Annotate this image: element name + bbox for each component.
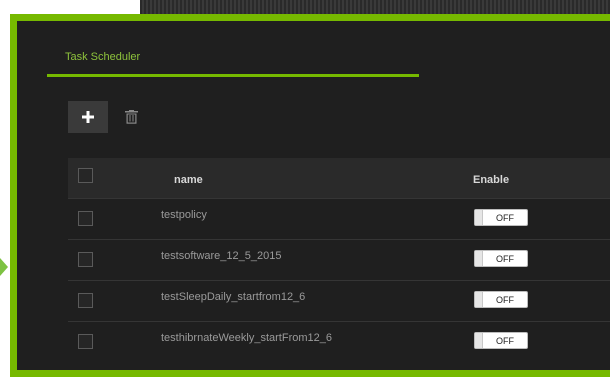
- toggle-label: OFF: [496, 294, 514, 305]
- window-frame: Task Scheduler name Enable testpolicy OF…: [10, 14, 610, 377]
- top-decoration: [140, 0, 610, 15]
- toggle-knob: [475, 292, 483, 307]
- table-row[interactable]: testSleepDaily_startfrom12_6 OFF: [68, 280, 610, 321]
- task-name: testpolicy: [161, 209, 207, 221]
- delete-task-button[interactable]: [111, 101, 151, 133]
- enable-toggle[interactable]: OFF: [474, 209, 528, 226]
- left-arrow-decoration: [0, 258, 8, 276]
- table-header: name Enable: [68, 158, 610, 198]
- toggle-knob: [475, 333, 483, 348]
- enable-toggle[interactable]: OFF: [474, 291, 528, 308]
- task-name: testhibrnateWeekly_startFrom12_6: [161, 332, 332, 344]
- table-row[interactable]: testhibrnateWeekly_startFrom12_6 OFF: [68, 321, 610, 362]
- add-task-button[interactable]: [68, 101, 108, 133]
- table-row[interactable]: testsoftware_12_5_2015 OFF: [68, 239, 610, 280]
- row-checkbox[interactable]: [78, 252, 93, 267]
- column-header-name[interactable]: name: [174, 174, 203, 186]
- tab-active-underline: [47, 74, 419, 77]
- tab-task-scheduler[interactable]: Task Scheduler: [65, 51, 140, 63]
- task-scheduler-panel: Task Scheduler name Enable testpolicy OF…: [17, 21, 610, 370]
- plus-icon: [82, 111, 94, 123]
- toggle-label: OFF: [496, 253, 514, 264]
- task-table: name Enable testpolicy OFF testsoftware_…: [68, 158, 610, 362]
- column-header-enable[interactable]: Enable: [473, 174, 509, 186]
- toggle-label: OFF: [496, 212, 514, 223]
- table-row[interactable]: testpolicy OFF: [68, 198, 610, 239]
- row-checkbox[interactable]: [78, 211, 93, 226]
- toggle-label: OFF: [496, 335, 514, 346]
- enable-toggle[interactable]: OFF: [474, 332, 528, 349]
- trash-icon: [124, 110, 138, 124]
- enable-toggle[interactable]: OFF: [474, 250, 528, 267]
- task-name: testSleepDaily_startfrom12_6: [161, 291, 306, 303]
- select-all-checkbox[interactable]: [78, 168, 93, 183]
- row-checkbox[interactable]: [78, 293, 93, 308]
- task-name: testsoftware_12_5_2015: [161, 250, 282, 262]
- row-checkbox[interactable]: [78, 334, 93, 349]
- toggle-knob: [475, 210, 483, 225]
- toggle-knob: [475, 251, 483, 266]
